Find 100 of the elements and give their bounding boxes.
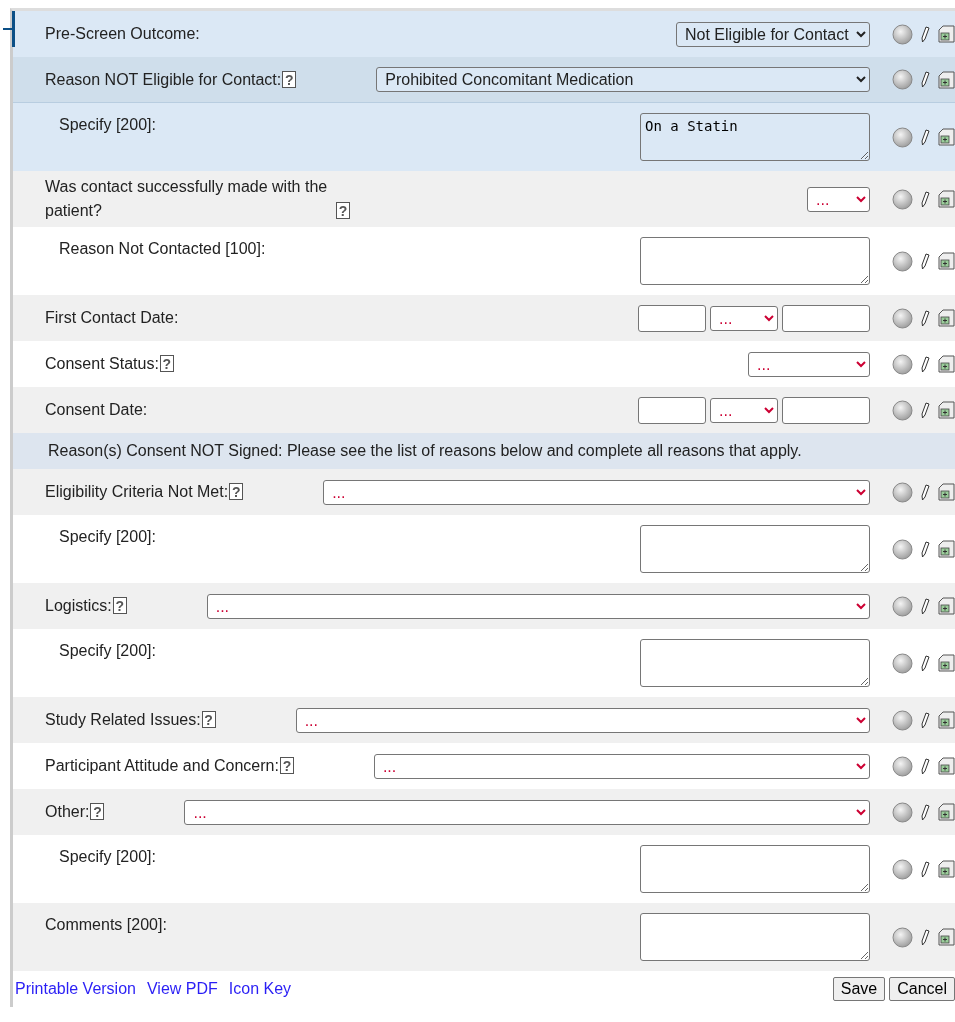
field-label: Other: <box>45 802 90 822</box>
note-icon[interactable] <box>938 25 955 43</box>
field-label: Specify [200]: <box>59 847 156 867</box>
help-icon[interactable]: ? <box>279 757 294 774</box>
pencil-icon[interactable] <box>921 597 930 615</box>
pencil-icon[interactable] <box>921 928 930 946</box>
pencil-icon[interactable] <box>921 190 930 208</box>
field-label: Reason NOT Eligible for Contact: <box>45 69 282 90</box>
month-dropdown[interactable]: ... <box>710 305 778 331</box>
day-field[interactable] <box>638 304 706 332</box>
section-header-text: Reason(s) Consent NOT Signed: Please see the list of reasons below and complete all reasons that apply. <box>48 442 802 460</box>
text-area[interactable]: On a Statin <box>640 113 870 161</box>
year-field[interactable] <box>782 396 870 424</box>
pencil-icon[interactable] <box>921 711 930 729</box>
note-icon[interactable] <box>938 252 955 270</box>
dropdown[interactable]: ... <box>206 593 870 619</box>
note-icon[interactable] <box>938 540 955 558</box>
field-label: Eligibility Criteria Not Met: <box>45 482 229 502</box>
pencil-icon[interactable] <box>921 25 930 43</box>
day-field[interactable] <box>638 396 706 424</box>
status-circle-icon[interactable] <box>892 538 913 560</box>
dropdown[interactable]: ... <box>807 186 870 212</box>
help-icon[interactable]: ? <box>159 355 174 372</box>
note-icon[interactable] <box>938 309 955 327</box>
dropdown[interactable]: ... <box>748 351 870 377</box>
status-circle-icon[interactable] <box>892 755 913 777</box>
status-circle-icon[interactable] <box>892 188 913 210</box>
footer-link[interactable]: Printable Version <box>15 980 136 998</box>
pencil-icon[interactable] <box>921 401 930 419</box>
help-icon[interactable]: ? <box>112 597 127 614</box>
pencil-icon[interactable] <box>921 355 930 373</box>
footer-link[interactable]: Icon Key <box>228 980 292 998</box>
pencil-icon[interactable] <box>921 860 930 878</box>
pencil-icon[interactable] <box>921 483 930 501</box>
note-icon[interactable] <box>938 711 955 729</box>
note-icon[interactable] <box>938 597 955 615</box>
status-circle-icon[interactable] <box>892 23 913 45</box>
status-circle-icon[interactable] <box>892 307 913 329</box>
status-circle-icon[interactable] <box>892 652 913 674</box>
pencil-icon[interactable] <box>921 803 930 821</box>
dropdown[interactable]: Not Eligible for Contact <box>676 21 870 47</box>
dropdown[interactable]: ... <box>323 479 870 505</box>
status-circle-icon[interactable] <box>892 858 913 880</box>
text-area[interactable] <box>640 639 870 687</box>
dropdown[interactable]: ... <box>295 707 870 733</box>
pencil-icon[interactable] <box>921 757 930 775</box>
footer-link[interactable]: View PDF <box>146 980 218 998</box>
note-icon[interactable] <box>938 483 955 501</box>
field-label: First Contact Date: <box>45 308 179 328</box>
dropdown[interactable]: Prohibited Concomitant Medication <box>376 67 870 92</box>
dropdown[interactable]: ... <box>373 753 870 779</box>
help-icon[interactable]: ? <box>90 803 105 820</box>
text-area[interactable] <box>640 845 870 893</box>
status-circle-icon[interactable] <box>892 69 913 90</box>
field-label: Comments [200]: <box>45 915 167 935</box>
field-label: Specify [200]: <box>59 641 156 661</box>
note-icon[interactable] <box>938 190 955 208</box>
note-icon[interactable] <box>938 355 955 373</box>
help-icon[interactable]: ? <box>282 70 297 88</box>
pencil-icon[interactable] <box>921 540 930 558</box>
field-label: Reason Not Contacted [100]: <box>59 239 266 259</box>
pencil-icon[interactable] <box>921 654 930 672</box>
field-label: Pre-Screen Outcome: <box>45 24 200 44</box>
year-field[interactable] <box>782 304 870 332</box>
status-circle-icon[interactable] <box>892 126 913 148</box>
field-label: Logistics: <box>45 596 112 616</box>
note-icon[interactable] <box>938 757 955 775</box>
status-circle-icon[interactable] <box>892 926 913 948</box>
help-icon[interactable]: ? <box>229 483 244 500</box>
status-circle-icon[interactable] <box>892 801 913 823</box>
help-icon[interactable]: ? <box>201 711 216 728</box>
month-dropdown[interactable]: ... <box>710 397 778 423</box>
pencil-icon[interactable] <box>921 71 930 88</box>
note-icon[interactable] <box>938 654 955 672</box>
pencil-icon[interactable] <box>921 252 930 270</box>
note-icon[interactable] <box>938 928 955 946</box>
footer-button[interactable]: Cancel <box>889 977 955 1001</box>
note-icon[interactable] <box>938 860 955 878</box>
text-area[interactable] <box>640 913 870 961</box>
text-area[interactable] <box>640 237 870 285</box>
pencil-icon[interactable] <box>921 128 930 146</box>
dropdown[interactable]: ... <box>184 799 870 825</box>
help-icon[interactable]: ? <box>336 202 350 219</box>
field-label: Specify [200]: <box>59 527 156 547</box>
footer-button[interactable]: Save <box>832 977 886 1001</box>
pencil-icon[interactable] <box>921 309 930 327</box>
note-icon[interactable] <box>938 70 955 89</box>
status-circle-icon[interactable] <box>892 399 913 421</box>
note-icon[interactable] <box>938 803 955 821</box>
status-circle-icon[interactable] <box>892 481 913 503</box>
status-circle-icon[interactable] <box>892 709 913 731</box>
text-area[interactable] <box>640 525 870 573</box>
status-circle-icon[interactable] <box>892 353 913 375</box>
field-label: Participant Attitude and Concern: <box>45 756 279 776</box>
note-icon[interactable] <box>938 128 955 146</box>
status-circle-icon[interactable] <box>892 595 913 617</box>
status-circle-icon[interactable] <box>892 250 913 272</box>
field-label: Specify [200]: <box>59 115 156 135</box>
field-label: Consent Date: <box>45 400 148 420</box>
note-icon[interactable] <box>938 401 955 419</box>
